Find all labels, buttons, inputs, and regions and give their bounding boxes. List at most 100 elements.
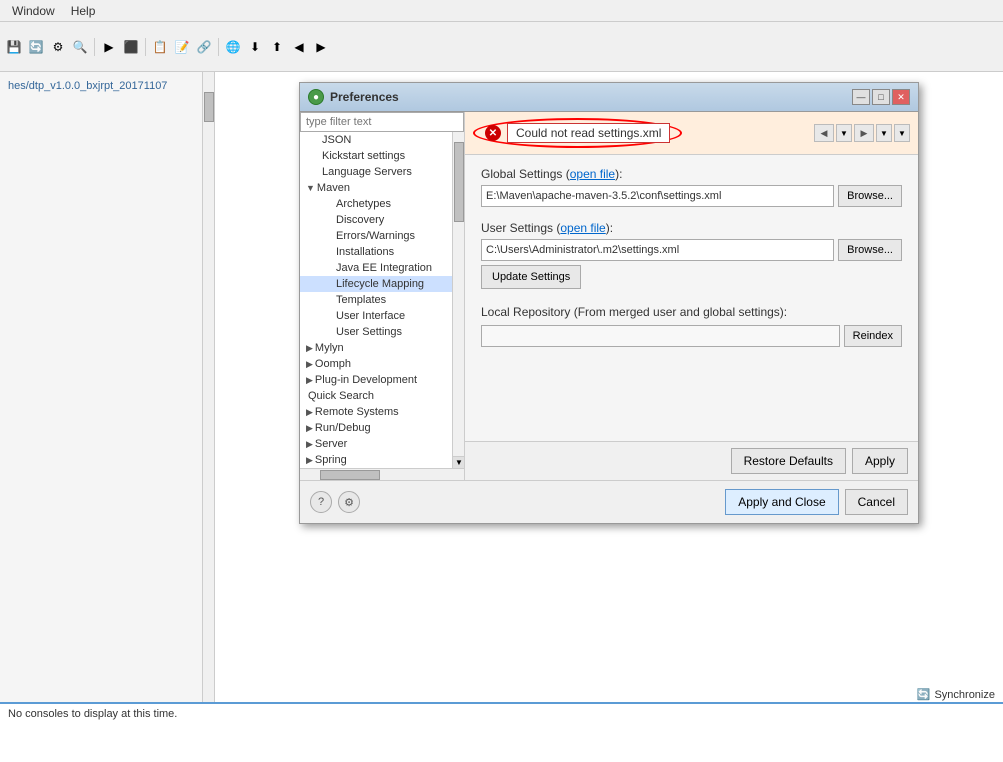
dialog-overlay: ● Preferences — □ ✕ xyxy=(215,72,1003,702)
user-settings-input[interactable] xyxy=(481,239,834,261)
tree-item-mylyn[interactable]: ▶ Mylyn xyxy=(300,340,464,356)
toolbar-icon-2[interactable]: 🔄 xyxy=(26,37,46,57)
toolbar-icon-3[interactable]: ⚙ xyxy=(48,37,68,57)
tree-arrow-plugindev: ▶ xyxy=(306,375,313,386)
tree-item-json[interactable]: JSON xyxy=(300,132,464,148)
preferences-dialog: ● Preferences — □ ✕ xyxy=(299,82,919,524)
reindex-btn[interactable]: Reindex xyxy=(844,325,902,347)
tree-item-installations[interactable]: Installations xyxy=(300,244,464,260)
local-repo-group: Local Repository (From merged user and g… xyxy=(481,305,902,347)
user-settings-label: User Settings (open file): xyxy=(481,221,902,235)
nav-arrows: ◀ ▼ ▶ ▼ ▼ xyxy=(814,124,910,142)
toolbar-icon-13[interactable]: ◀ xyxy=(289,37,309,57)
global-settings-label-text: Global Settings ( xyxy=(481,167,570,181)
toolbar-icon-10[interactable]: 🌐 xyxy=(223,37,243,57)
global-settings-browse-btn[interactable]: Browse... xyxy=(838,185,902,207)
nav-forward-dropdown[interactable]: ▼ xyxy=(876,124,892,142)
left-panel-content: hes/dtp_v1.0.0_bxjrpt_20171107 xyxy=(0,72,214,100)
tree-item-server[interactable]: ▶ Server xyxy=(300,436,464,452)
dialog-titlebar: ● Preferences — □ ✕ xyxy=(300,83,918,112)
update-settings-btn[interactable]: Update Settings xyxy=(481,265,581,289)
tree-item-run-debug[interactable]: ▶ Run/Debug xyxy=(300,420,464,436)
tree-item-discovery[interactable]: Discovery xyxy=(300,212,464,228)
breadcrumb: hes/dtp_v1.0.0_bxjrpt_20171107 xyxy=(4,76,210,96)
toolbar-sep-2 xyxy=(145,38,146,56)
tree-item-lifecycle[interactable]: Lifecycle Mapping xyxy=(300,276,464,292)
tree-item-user-settings[interactable]: User Settings xyxy=(300,324,464,340)
nav-forward-btn[interactable]: ▶ xyxy=(854,124,874,142)
error-content: ✕ Could not read settings.xml xyxy=(473,118,682,148)
apply-close-btn[interactable]: Apply and Close xyxy=(725,489,838,515)
tree-item-templates[interactable]: Templates xyxy=(300,292,464,308)
user-settings-label-text: User Settings ( xyxy=(481,221,560,235)
toolbar-icon-7[interactable]: 📋 xyxy=(150,37,170,57)
user-settings-label-end: ): xyxy=(606,221,613,235)
tree-item-archetypes[interactable]: Archetypes xyxy=(300,196,464,212)
toolbar-icon-14[interactable]: ▶ xyxy=(311,37,331,57)
menu-help[interactable]: Help xyxy=(63,2,104,20)
tree-item-errors-warnings[interactable]: Errors/Warnings xyxy=(300,228,464,244)
ide-main-area: hes/dtp_v1.0.0_bxjrpt_20171107 ● Prefere… xyxy=(0,72,1003,702)
user-settings-group: User Settings (open file): Browse... Upd… xyxy=(481,221,902,289)
nav-back-btn[interactable]: ◀ xyxy=(814,124,834,142)
dialog-controls: — □ ✕ xyxy=(852,89,910,105)
toolbar-icon-8[interactable]: 📝 xyxy=(172,37,192,57)
toolbar-icon-6[interactable]: ⬛ xyxy=(121,37,141,57)
nav-menu-dropdown[interactable]: ▼ xyxy=(894,124,910,142)
error-banner: ✕ Could not read settings.xml ◀ ▼ ▶ ▼ xyxy=(465,112,918,155)
sync-icon: 🔄 xyxy=(917,688,931,701)
tree-scroll-bottom: ▼ xyxy=(453,456,464,468)
tree-item-remote-systems[interactable]: ▶ Remote Systems xyxy=(300,404,464,420)
tree-item-user-interface[interactable]: User Interface xyxy=(300,308,464,324)
tree-horiz-scrollbar[interactable] xyxy=(300,468,464,480)
tree-item-oomph[interactable]: ▶ Oomph xyxy=(300,356,464,372)
dialog-app-icon: ● xyxy=(308,89,324,105)
toolbar-icon-12[interactable]: ⬆ xyxy=(267,37,287,57)
tree-arrow-maven: ▼ xyxy=(306,183,315,193)
tree-item-maven[interactable]: ▼ Maven xyxy=(300,180,464,196)
user-settings-link[interactable]: open file xyxy=(560,221,605,235)
nav-back-dropdown[interactable]: ▼ xyxy=(836,124,852,142)
eclipse-window: Window Help 💾 🔄 ⚙ 🔍 ▶ ⬛ 📋 📝 🔗 🌐 ⬇ ⬆ ◀ ▶ xyxy=(0,0,1003,705)
footer-right: Apply and Close Cancel xyxy=(725,489,908,515)
tree-scroll-thumb xyxy=(454,142,464,222)
tree-item-spring[interactable]: ▶ Spring xyxy=(300,452,464,468)
global-settings-label: Global Settings (open file): xyxy=(481,167,902,181)
sync-label: Synchronize xyxy=(934,689,995,701)
left-panel-scrollbar[interactable] xyxy=(202,72,214,100)
sync-badge: 🔄 Synchronize xyxy=(917,688,995,701)
dialog-close-btn[interactable]: ✕ xyxy=(892,89,910,105)
error-circle-annotation: ✕ Could not read settings.xml xyxy=(473,118,682,148)
tree-item-java-ee[interactable]: Java EE Integration xyxy=(300,260,464,276)
restore-defaults-btn[interactable]: Restore Defaults xyxy=(731,448,846,474)
tree-item-language-servers[interactable]: Language Servers xyxy=(300,164,464,180)
menu-bar: Window Help xyxy=(0,0,1003,22)
tree-horiz-thumb xyxy=(320,470,380,480)
tree-item-plugin-dev[interactable]: ▶ Plug-in Development xyxy=(300,372,464,388)
dialog-maximize-btn[interactable]: □ xyxy=(872,89,890,105)
apply-btn[interactable]: Apply xyxy=(852,448,908,474)
global-settings-link[interactable]: open file xyxy=(570,167,615,181)
tree-arrow-server: ▶ xyxy=(306,439,313,450)
global-settings-input[interactable] xyxy=(481,185,834,207)
dialog-body: JSON Kickstart settings Language Servers xyxy=(300,112,918,480)
cancel-btn[interactable]: Cancel xyxy=(845,489,908,515)
filter-input[interactable] xyxy=(300,112,464,132)
toolbar-icon-5[interactable]: ▶ xyxy=(99,37,119,57)
console-content: No consoles to display at this time. xyxy=(0,704,1003,724)
tree-item-kickstart[interactable]: Kickstart settings xyxy=(300,148,464,164)
help-icon-btn[interactable]: ? xyxy=(310,491,332,513)
toolbar-sep-1 xyxy=(94,38,95,56)
toolbar-icon-1[interactable]: 💾 xyxy=(4,37,24,57)
global-settings-group: Global Settings (open file): Browse... xyxy=(481,167,902,207)
local-repo-input[interactable] xyxy=(481,325,840,347)
settings-icon-btn[interactable]: ⚙ xyxy=(338,491,360,513)
tree-item-quick-search[interactable]: Quick Search xyxy=(300,388,464,404)
menu-window[interactable]: Window xyxy=(4,2,63,20)
dialog-minimize-btn[interactable]: — xyxy=(852,89,870,105)
toolbar-icon-9[interactable]: 🔗 xyxy=(194,37,214,57)
user-settings-browse-btn[interactable]: Browse... xyxy=(838,239,902,261)
toolbar-icon-11[interactable]: ⬇ xyxy=(245,37,265,57)
toolbar-icon-4[interactable]: 🔍 xyxy=(70,37,90,57)
tree-vertical-scrollbar[interactable]: ▼ xyxy=(452,132,464,468)
